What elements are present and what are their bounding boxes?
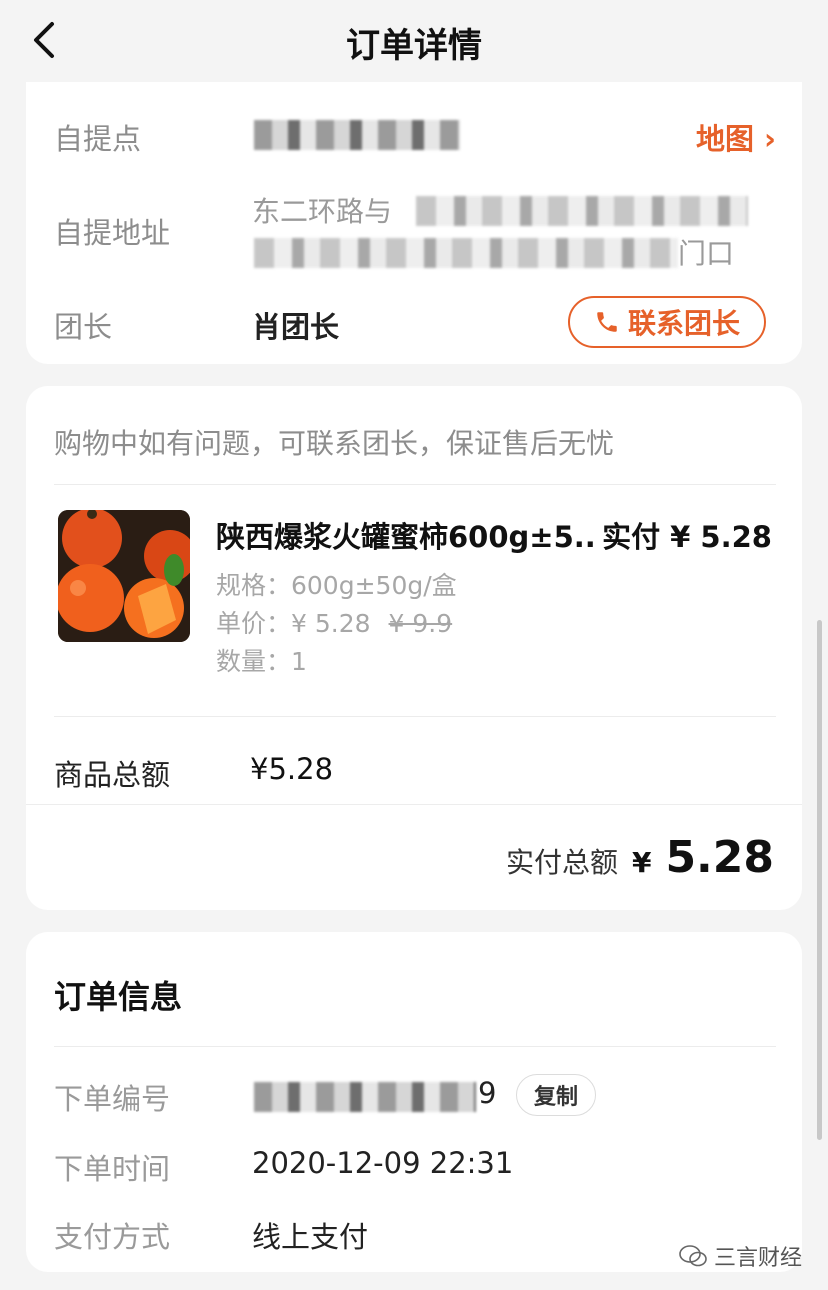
leader-label: 团长 bbox=[54, 310, 113, 344]
order-number-redacted bbox=[254, 1082, 476, 1112]
after-sale-notice: 购物中如有问题，可联系团长，保证售后无忧 bbox=[54, 427, 615, 460]
wechat-icon bbox=[679, 1245, 707, 1267]
persimmon-image bbox=[58, 510, 190, 642]
page-title: 订单详情 bbox=[346, 26, 482, 66]
pickup-address-redacted-1 bbox=[416, 196, 748, 226]
payment-method-label: 支付方式 bbox=[54, 1220, 171, 1254]
watermark: 三言财经 bbox=[678, 1240, 802, 1272]
product-unit-price-row: 单价：¥ 5.28 ¥ 9.9 bbox=[216, 604, 452, 640]
total-row: 实付总额 ¥ 5.28 bbox=[506, 832, 774, 883]
scrollbar[interactable] bbox=[817, 620, 822, 1140]
pickup-address-end: 门口 bbox=[678, 237, 735, 270]
order-number-label: 下单编号 bbox=[54, 1082, 171, 1116]
product-spec: 规格：600g±50g/盒 bbox=[216, 571, 457, 600]
pickup-point-value-redacted bbox=[254, 120, 460, 150]
contact-leader-button[interactable]: 联系团长 bbox=[568, 296, 766, 348]
contact-leader-label: 联系团长 bbox=[627, 307, 740, 340]
order-number-suffix: 9 bbox=[478, 1076, 497, 1110]
total-currency: ¥ bbox=[631, 846, 652, 879]
pickup-address-redacted-2 bbox=[254, 238, 678, 268]
phone-icon bbox=[597, 312, 617, 332]
product-name[interactable]: 陕西爆浆火罐蜜柿600g±5... bbox=[216, 514, 596, 556]
map-link[interactable]: 地图 › bbox=[696, 116, 776, 158]
copy-order-number-button[interactable]: 复制 bbox=[516, 1074, 596, 1116]
divider bbox=[26, 804, 802, 805]
leader-name: 肖团长 bbox=[252, 310, 340, 344]
pickup-address-start: 东二环路与 bbox=[252, 195, 393, 228]
goods-card: 购物中如有问题，可联系团长，保证售后无忧 陕西爆浆火罐蜜柿600g±5... 实… bbox=[26, 386, 802, 910]
order-info-card: 订单信息 下单编号 9 复制 下单时间 2020-12-09 22:31 支付方… bbox=[26, 932, 802, 1272]
watermark-text: 三言财经 bbox=[713, 1246, 802, 1271]
divider bbox=[54, 484, 776, 485]
product-original-price: ¥ 9.9 bbox=[388, 609, 453, 638]
total-value: 5.28 bbox=[665, 832, 774, 883]
payment-method-value: 线上支付 bbox=[252, 1220, 369, 1254]
subtotal-value: ¥5.28 bbox=[250, 752, 334, 786]
total-label: 实付总额 bbox=[505, 846, 618, 879]
order-info-title: 订单信息 bbox=[54, 978, 183, 1016]
divider bbox=[54, 716, 776, 717]
subtotal-label: 商品总额 bbox=[54, 758, 171, 792]
divider bbox=[54, 1046, 776, 1047]
top-bar: 订单详情 bbox=[0, 0, 828, 80]
pickup-point-label: 自提点 bbox=[54, 122, 142, 156]
order-time-label: 下单时间 bbox=[54, 1152, 171, 1186]
product-image[interactable] bbox=[58, 510, 190, 642]
pickup-address-label: 自提地址 bbox=[54, 216, 171, 250]
pickup-card: 自提点 地图 › 自提地址 东二环路与 门口 团长 肖团长 联系团长 bbox=[26, 82, 802, 364]
product-unit-price: 单价：¥ 5.28 bbox=[216, 609, 371, 638]
order-time-value: 2020-12-09 22:31 bbox=[252, 1146, 514, 1180]
product-quantity: 数量：1 bbox=[216, 647, 307, 676]
product-paid-price: 实付 ¥ 5.28 bbox=[602, 520, 772, 554]
